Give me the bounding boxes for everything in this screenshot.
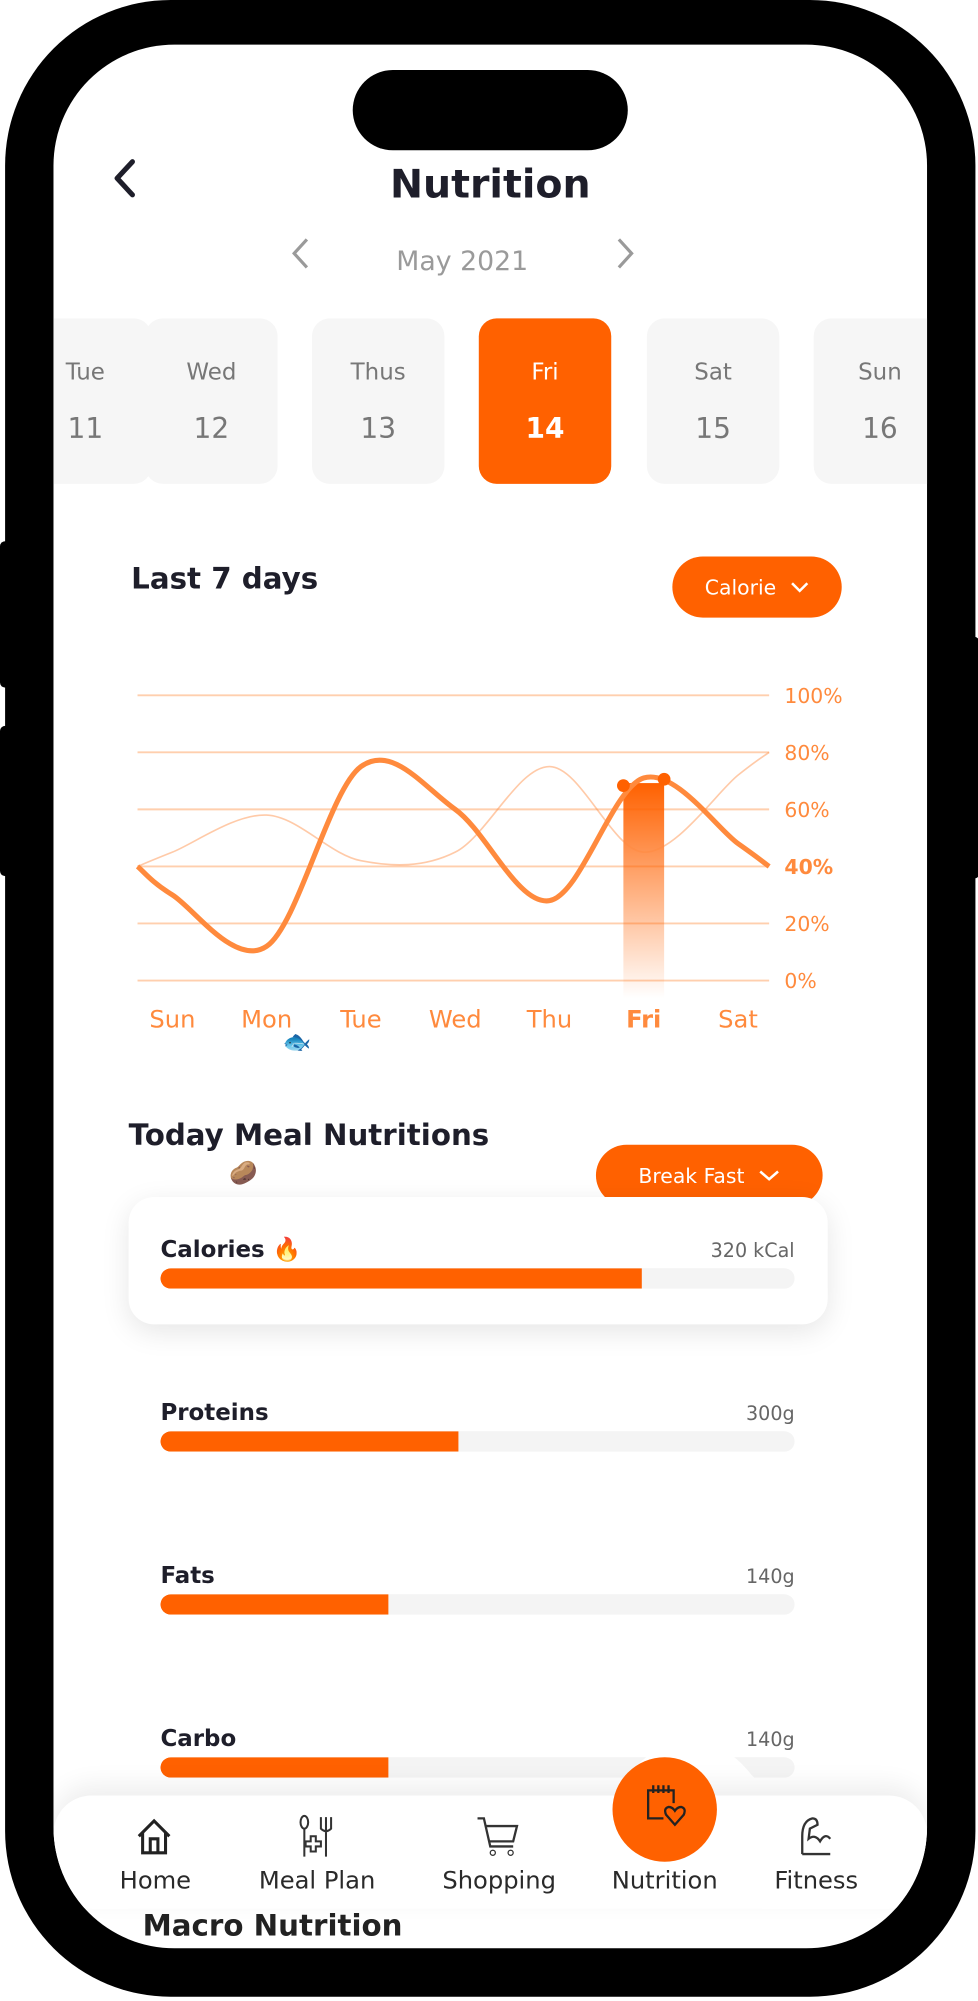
nutrient-value: 300g — [746, 1402, 795, 1425]
date-number: 16 — [862, 413, 898, 446]
date-card-fri[interactable]: Fri 14 — [478, 318, 612, 484]
macro-nutrition-title: Macro Nutrition — [142, 1910, 403, 1944]
date-card-tue[interactable]: Tue 11 — [53, 318, 152, 484]
cart-icon — [477, 1817, 519, 1856]
side-button — [0, 725, 18, 877]
date-number: 13 — [360, 413, 397, 446]
series-line-primary — [135, 757, 771, 954]
food-sticker-icon: 🐟 — [282, 1028, 312, 1056]
x-tick-label: Wed — [429, 1006, 482, 1034]
nutrient-progress — [160, 1594, 795, 1615]
nav-item-nutrition[interactable]: Nutrition — [595, 1757, 735, 1895]
nutrient-value: 320 kCal — [710, 1239, 795, 1262]
nav-item-meal-plan[interactable]: Meal Plan — [247, 1803, 387, 1895]
date-day: Fri — [531, 359, 559, 386]
nutrient-progress — [160, 1268, 795, 1289]
date-day: Tue — [65, 359, 105, 386]
nutrient-label: Calories 🔥 — [160, 1236, 302, 1264]
chevron-right-icon — [617, 238, 634, 269]
date-card-thus[interactable]: Thus 13 — [311, 318, 445, 484]
x-tick-label: Sun — [149, 1006, 195, 1034]
nav-label: Meal Plan — [258, 1866, 376, 1895]
date-number: 11 — [67, 413, 104, 446]
muscle-arm-icon — [801, 1817, 832, 1856]
nav-item-home[interactable]: Home — [85, 1803, 225, 1895]
calorie-dropdown[interactable]: Calorie — [672, 556, 842, 618]
nav-item-shopping[interactable]: Shopping — [429, 1803, 569, 1895]
side-button — [0, 541, 18, 688]
calendar-heart-icon — [647, 1785, 686, 1827]
power-button — [961, 636, 978, 879]
x-tick-label: Tue — [339, 1006, 381, 1034]
dynamic-island — [352, 70, 628, 151]
nutrient-label: Fats — [160, 1562, 215, 1590]
meal-section-title: Today Meal Nutritions — [128, 1119, 490, 1153]
nutrient-value: 140g — [746, 1565, 795, 1588]
chevron-down-icon — [758, 1170, 779, 1181]
nav-item-fitness[interactable]: Fitness — [746, 1803, 886, 1895]
page-title: Nutrition — [389, 161, 591, 208]
home-icon — [137, 1818, 171, 1855]
date-number: 12 — [193, 413, 230, 446]
y-tick-label: 80% — [784, 741, 829, 765]
data-point — [617, 779, 630, 793]
month-label: May 2021 — [396, 245, 529, 277]
nav-label: Home — [119, 1866, 192, 1895]
date-card-wed[interactable]: Wed 12 — [145, 318, 278, 484]
calorie-line-chart: 0%20%40%60%80%100%Sun Mon Tue Wed Thu Fri Sat — [135, 684, 843, 1034]
highlight-bar — [623, 783, 665, 999]
next-month-button[interactable] — [614, 236, 637, 282]
date-number: 14 — [525, 413, 565, 446]
x-tick-label: Sat — [718, 1006, 758, 1034]
x-tick-label: Thu — [526, 1006, 572, 1034]
nav-label: Fitness — [774, 1866, 859, 1895]
y-tick-label: 40% — [784, 855, 833, 879]
nav-label: Nutrition — [611, 1866, 718, 1895]
date-number: 15 — [695, 413, 731, 446]
date-card-sun[interactable]: Sun 16 — [813, 318, 928, 484]
date-day: Sat — [694, 359, 732, 386]
data-point — [657, 772, 671, 786]
chart-title: Last 7 days — [131, 562, 319, 596]
app-screen: Nutrition May 2021 Tue 11 Wed 12 Thus 13 Fri 14… — [53, 44, 928, 1949]
x-tick-label: Fri — [626, 1006, 661, 1034]
y-tick-label: 100% — [784, 684, 842, 708]
y-tick-label: 60% — [784, 798, 829, 822]
dropdown-label: Calorie — [704, 574, 777, 600]
date-card-sat[interactable]: Sat 15 — [646, 318, 780, 484]
progress-fill — [160, 1594, 389, 1615]
fire-icon: 🔥 — [272, 1236, 302, 1264]
nav-label: Shopping — [442, 1866, 556, 1895]
nutrient-progress — [160, 1431, 795, 1452]
meal-plan-icon — [299, 1814, 333, 1857]
dropdown-label: Break Fast — [638, 1163, 745, 1188]
food-sticker-icon: 🥔 — [229, 1160, 258, 1187]
y-tick-label: 20% — [784, 912, 829, 936]
y-tick-label: 0% — [784, 969, 816, 993]
progress-fill — [160, 1268, 643, 1289]
chevron-down-icon — [790, 582, 808, 593]
date-day: Wed — [186, 359, 237, 386]
progress-fill — [160, 1431, 459, 1452]
date-day: Sun — [858, 359, 902, 386]
date-day: Thus — [350, 359, 406, 386]
nutrient-label: Proteins — [160, 1399, 269, 1427]
